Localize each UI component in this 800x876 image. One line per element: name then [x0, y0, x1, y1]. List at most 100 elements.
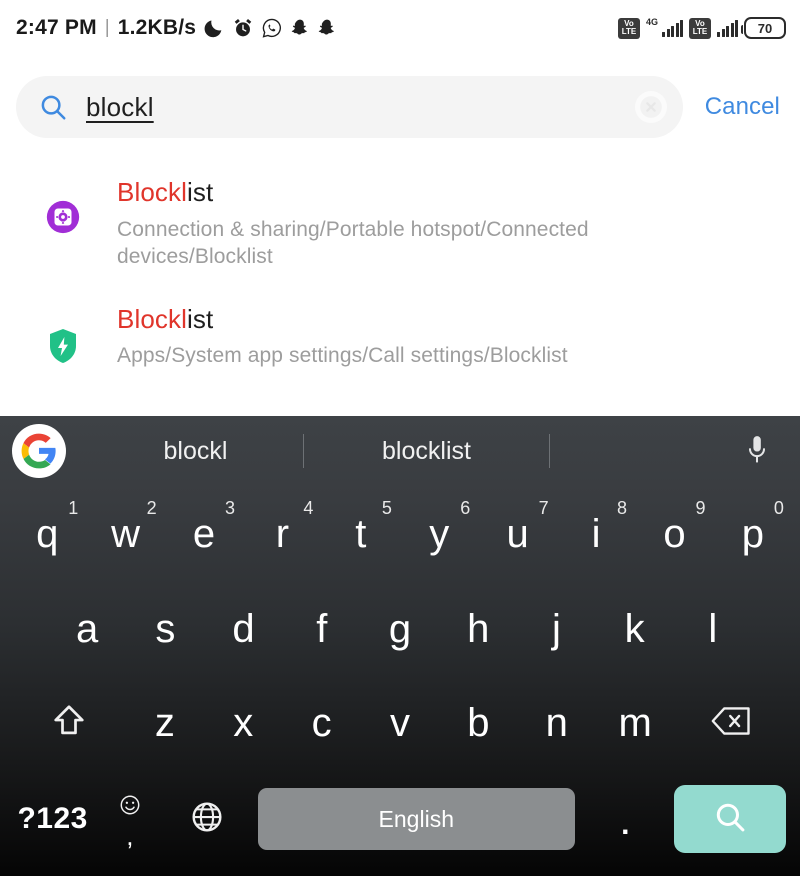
space-key[interactable]: English	[257, 788, 575, 850]
keyboard-row-3: z x c v b n m	[0, 676, 800, 770]
key-label: q	[36, 512, 59, 556]
network-type-label: 4G	[645, 17, 658, 27]
key-label: v	[390, 701, 411, 745]
key-label: s	[155, 607, 176, 651]
result-title: Blocklist	[117, 303, 568, 336]
search-magnifier-icon	[712, 799, 748, 840]
key-l[interactable]: l	[674, 582, 752, 676]
key-number: 1	[68, 498, 79, 518]
key-m[interactable]: m	[596, 676, 674, 770]
key-label: m	[618, 701, 652, 745]
volte-label-bottom: LTE	[621, 27, 637, 36]
result-title: Blocklist	[117, 176, 717, 209]
key-label: h	[467, 607, 490, 651]
microphone-icon[interactable]	[744, 434, 784, 468]
clear-search-icon[interactable]	[634, 91, 667, 123]
key-w[interactable]: w2	[86, 486, 164, 582]
key-label: r	[275, 512, 290, 556]
key-i[interactable]: i8	[557, 486, 635, 582]
list-item-body: Blocklist Connection & sharing/Portable …	[117, 174, 717, 271]
key-label: o	[663, 512, 686, 556]
list-item[interactable]: Blocklist Apps/System app settings/Call …	[0, 285, 800, 384]
key-z[interactable]: z	[126, 676, 204, 770]
suggestion-divider	[549, 434, 550, 468]
key-number: 5	[381, 498, 392, 518]
key-number: 2	[146, 498, 157, 518]
key-label: b	[467, 701, 490, 745]
status-bar: 2:47 PM | 1.2KB/s Vo LTE 4G Vo LTE 70	[0, 0, 800, 56]
moon-icon	[203, 17, 225, 39]
volte-indicator-2: Vo LTE	[689, 17, 711, 39]
key-f[interactable]: f	[283, 582, 361, 676]
key-g[interactable]: g	[361, 582, 439, 676]
search-icon	[38, 92, 68, 122]
key-x[interactable]: x	[204, 676, 282, 770]
key-j[interactable]: j	[517, 582, 595, 676]
search-results-list: Blocklist Connection & sharing/Portable …	[0, 158, 800, 384]
key-b[interactable]: b	[439, 676, 517, 770]
symbols-key[interactable]: ?123	[14, 770, 91, 868]
key-label: a	[75, 607, 99, 651]
key-label: t	[355, 512, 367, 556]
key-o[interactable]: o9	[635, 486, 713, 582]
key-r[interactable]: r4	[243, 486, 321, 582]
language-globe-icon	[190, 800, 224, 839]
result-title-highlight: Blockl	[117, 303, 187, 334]
key-label: f	[316, 607, 328, 651]
search-input[interactable]: blockl	[16, 76, 683, 138]
key-label: e	[192, 512, 216, 556]
key-label: y	[429, 512, 450, 556]
key-v[interactable]: v	[361, 676, 439, 770]
key-c[interactable]: c	[282, 676, 360, 770]
key-y[interactable]: y6	[400, 486, 478, 582]
period-key-label: .	[621, 808, 630, 841]
key-number: 4	[303, 498, 314, 518]
key-p[interactable]: p0	[714, 486, 792, 582]
key-label: g	[388, 607, 412, 651]
whatsapp-icon	[261, 17, 283, 39]
key-label: w	[111, 512, 141, 556]
key-e[interactable]: e3	[165, 486, 243, 582]
backspace-icon	[710, 704, 752, 743]
key-u[interactable]: u7	[478, 486, 556, 582]
key-number: 8	[617, 498, 628, 518]
key-t[interactable]: t5	[322, 486, 400, 582]
period-key[interactable]: .	[587, 770, 664, 868]
list-item-body: Blocklist Apps/System app settings/Call …	[117, 301, 568, 370]
key-s[interactable]: s	[126, 582, 204, 676]
battery-indicator: 70	[741, 17, 786, 39]
suggestion-item[interactable]: blockl	[88, 427, 303, 475]
key-label: n	[545, 701, 568, 745]
key-n[interactable]: n	[518, 676, 596, 770]
key-number: 7	[538, 498, 549, 518]
key-q[interactable]: q1	[8, 486, 86, 582]
key-k[interactable]: k	[596, 582, 674, 676]
key-number: 9	[695, 498, 706, 518]
search-enter-key[interactable]	[673, 785, 787, 853]
emoji-smiley-icon	[119, 794, 141, 821]
google-logo-icon[interactable]	[12, 424, 66, 478]
snapchat-icon	[290, 17, 310, 39]
shift-key[interactable]	[12, 676, 126, 770]
suggestion-items: blockl blocklist	[88, 427, 744, 475]
suggestion-item[interactable]: blocklist	[304, 427, 549, 475]
shield-bolt-icon	[40, 301, 86, 365]
space-key-label: English	[378, 805, 454, 832]
list-item[interactable]: Blocklist Connection & sharing/Portable …	[0, 158, 800, 285]
backspace-key[interactable]	[674, 676, 788, 770]
keyboard-rows: q1 w2 e3 r4 t5 y6 u7 i8 o9 p0 a s d f g …	[0, 486, 800, 868]
signal-bars-2	[717, 19, 738, 37]
keyboard-row-1: q1 w2 e3 r4 t5 y6 u7 i8 o9 p0	[0, 486, 800, 582]
key-d[interactable]: d	[204, 582, 282, 676]
key-label: c	[311, 701, 332, 745]
result-title-rest: ist	[186, 177, 214, 207]
shift-arrow-icon	[50, 702, 88, 745]
key-h[interactable]: h	[439, 582, 517, 676]
key-a[interactable]: a	[48, 582, 126, 676]
result-title-highlight: Blockl	[117, 177, 187, 207]
keyboard-row-2: a s d f g h j k l	[0, 582, 800, 676]
language-switch-key[interactable]	[169, 770, 246, 868]
emoji-comma-key[interactable]: ,	[91, 770, 168, 868]
cancel-button[interactable]: Cancel	[701, 93, 784, 121]
signal-bars-1	[662, 19, 683, 37]
